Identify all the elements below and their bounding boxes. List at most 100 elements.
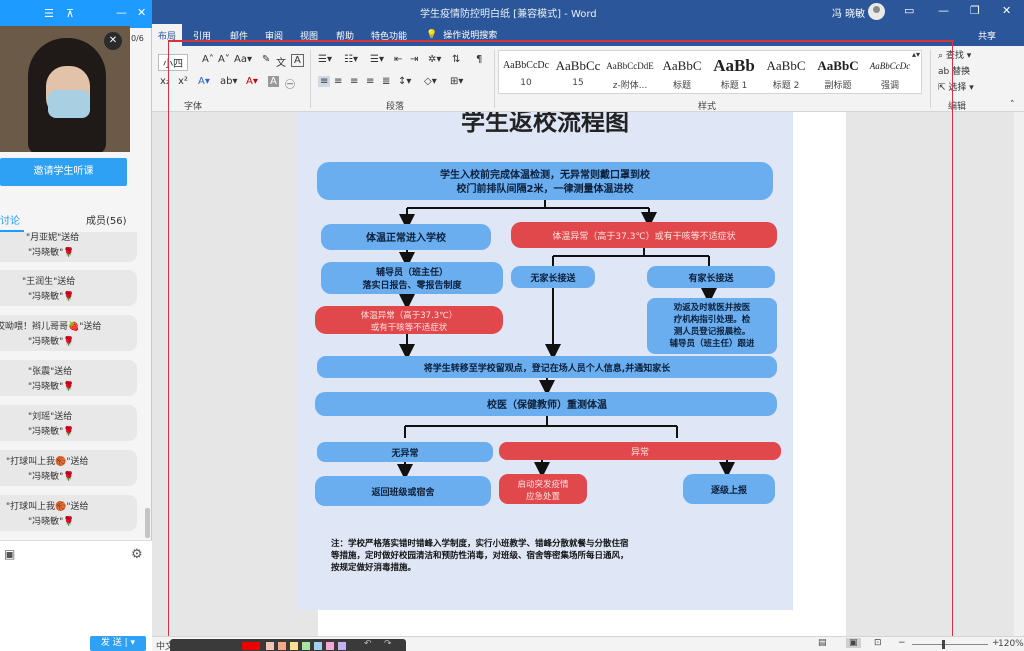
style-item[interactable]: AaBbC 标题	[657, 54, 707, 92]
settings-icon[interactable]: ⚙	[131, 547, 143, 562]
ribbon-body: 小四 A˄ A˅ Aa▾ ✎ 文 A x₂ x² A▾ ab▾ A▾ A ㊀ 字…	[0, 46, 1024, 112]
chat-message: 哎呦喂！辫儿哥哥🍓"送给 "冯晓敏"🌹	[0, 315, 137, 351]
invite-students-button[interactable]: 邀请学生听课	[0, 158, 127, 186]
font-color-icon[interactable]: A▾	[246, 76, 258, 87]
chat-message-line2: "冯晓敏"🌹	[28, 292, 75, 302]
style-item[interactable]: AaBbCcDc 强调	[865, 54, 915, 92]
align-center-icon[interactable]: ≡	[334, 76, 342, 87]
send-label: 发 送	[100, 638, 122, 648]
distributed-icon[interactable]: ≣	[382, 76, 390, 87]
color-swatch[interactable]	[314, 642, 322, 650]
ribbon-tabs: 布局 引用 邮件 审阅 视图 帮助 特色功能 💡 操作说明搜索 共享	[0, 24, 1024, 46]
numbering-icon[interactable]: ☷▾	[344, 54, 358, 65]
text-effects-icon[interactable]: A▾	[198, 76, 210, 87]
flowchart-image[interactable]: 学生返校流程图 学生入校前完成体温检测，无异常则戴口罩到校 校门前排队间隔2米，…	[297, 112, 793, 610]
justify-icon[interactable]: ≡	[366, 76, 374, 87]
print-layout-icon[interactable]: ▣	[846, 638, 861, 648]
sort-icon[interactable]: ⇅	[452, 54, 460, 65]
read-mode-icon[interactable]: ▤	[818, 638, 827, 648]
style-item[interactable]: AaBbCcDc 10	[501, 54, 551, 92]
align-right-icon[interactable]: ≡	[350, 76, 358, 87]
color-swatch[interactable]	[266, 642, 274, 650]
annotation-line	[168, 40, 169, 651]
bullets-icon[interactable]: ☰▾	[318, 54, 332, 65]
color-swatch[interactable]	[326, 642, 334, 650]
web-layout-icon[interactable]: ⊡	[874, 638, 882, 648]
ribbon-display-icon[interactable]: ▭	[904, 4, 914, 17]
separator	[310, 50, 311, 108]
chat-message-line2: "冯晓敏"🌹	[28, 382, 75, 392]
tab-discuss[interactable]: 讨论	[0, 212, 20, 227]
style-name: 强调	[880, 81, 899, 91]
pin-icon[interactable]: ⊼	[66, 7, 74, 20]
undo-icon[interactable]: ↶	[364, 639, 372, 649]
show-marks-icon[interactable]: ¶	[476, 54, 482, 65]
message-composer[interactable]: ▣ ⚙	[0, 540, 152, 651]
styles-more-icon[interactable]: ▴▾	[912, 50, 920, 59]
style-sample: AaBbCcDc	[869, 61, 911, 71]
style-item[interactable]: AaBbC 副标题	[813, 54, 863, 92]
zoom-slider-thumb[interactable]	[942, 640, 945, 649]
panel-minimize-icon[interactable]: —	[116, 6, 127, 19]
chinese-layout-icon[interactable]: ✲▾	[428, 54, 441, 65]
shading-icon[interactable]: ◇▾	[424, 76, 437, 87]
zoom-level[interactable]: 120%	[998, 639, 1024, 649]
style-sample: AaBbC	[662, 58, 702, 73]
decrease-indent-icon[interactable]: ⇤	[394, 54, 402, 65]
zoom-out-icon[interactable]: −	[898, 638, 906, 648]
send-button[interactable]: 发 送 | ▾	[90, 636, 146, 651]
restore-icon[interactable]: ❐	[970, 4, 980, 17]
increase-indent-icon[interactable]: ⇥	[410, 54, 418, 65]
tab-layout[interactable]: 布局	[152, 24, 183, 46]
borders-icon[interactable]: ⊞▾	[450, 76, 463, 87]
tab-members[interactable]: 成员(56)	[86, 212, 127, 227]
change-case-icon[interactable]: Aa▾	[234, 54, 252, 65]
close-icon[interactable]: ✕	[1002, 4, 1011, 17]
panel-close-icon[interactable]: ✕	[137, 6, 146, 19]
char-border-icon[interactable]: A	[291, 54, 304, 67]
user-avatar[interactable]	[868, 3, 885, 20]
collapse-ribbon-icon[interactable]: ˄	[1010, 100, 1015, 110]
chat-scrollbar[interactable]	[145, 508, 150, 538]
zoom-slider[interactable]	[912, 644, 988, 645]
flowchart-title: 学生返校流程图	[461, 112, 629, 136]
style-item[interactable]: AaBbCc 15	[553, 54, 603, 92]
retest-label: 校医（保健教师）重测体温	[487, 398, 607, 411]
superscript-icon[interactable]: x²	[178, 76, 188, 87]
chat-list[interactable]: "月亚妮"送给 "冯晓敏"🌹 "王润生"送给 "冯晓敏"🌹 哎呦喂！辫儿哥哥🍓"送给…	[0, 232, 145, 538]
char-shading-icon[interactable]: A	[268, 76, 279, 87]
find-button[interactable]: ⌕ 查找 ▾	[938, 48, 971, 61]
style-sample: AaBbC	[817, 58, 859, 73]
style-item[interactable]: AaBbC 标题 2	[761, 54, 811, 92]
style-item[interactable]: AaBbCcDdE z-附体...	[605, 54, 655, 92]
highlight-icon[interactable]: ab▾	[220, 76, 238, 87]
color-swatch[interactable]	[278, 642, 286, 650]
user-name[interactable]: 冯 晓敏	[832, 5, 865, 20]
video-close-icon[interactable]: ✕	[104, 32, 122, 50]
enclose-char-icon[interactable]: ㊀	[285, 76, 295, 91]
list-icon[interactable]: ☰	[44, 7, 54, 20]
line-spacing-icon[interactable]: ↕▾	[398, 76, 411, 87]
color-swatch[interactable]	[290, 642, 298, 650]
teacher-video[interactable]: ✕	[0, 26, 130, 152]
color-red-swatch[interactable]	[242, 642, 260, 650]
style-item[interactable]: AaBb 标题 1	[709, 54, 759, 92]
font-size-select[interactable]: 小四	[158, 54, 188, 71]
replace-button[interactable]: ab 替换	[938, 64, 970, 77]
vertical-scrollbar[interactable]	[1014, 112, 1024, 636]
color-swatch[interactable]	[338, 642, 346, 650]
shrink-font-icon[interactable]: A˅	[218, 54, 230, 65]
select-button[interactable]: ⇱ 选择 ▾	[938, 80, 974, 93]
grow-font-icon[interactable]: A˄	[202, 54, 214, 65]
image-icon[interactable]: ▣	[4, 547, 15, 561]
multilevel-list-icon[interactable]: ☰▾	[370, 54, 384, 65]
phonetic-guide-icon[interactable]: 文	[276, 54, 286, 69]
share-button[interactable]: 共享	[978, 29, 996, 42]
clear-format-icon[interactable]: ✎	[262, 54, 270, 65]
redo-icon[interactable]: ↷	[384, 639, 392, 649]
report-label: 逐级上报	[711, 484, 747, 496]
align-left-icon[interactable]: ≡	[318, 76, 331, 87]
minimize-icon[interactable]: —	[938, 4, 949, 17]
color-swatch[interactable]	[302, 642, 310, 650]
note-line1: 注：学校严格落实错时错峰入学制度，实行小班教学、错峰分散就餐与分散住宿	[331, 538, 629, 549]
